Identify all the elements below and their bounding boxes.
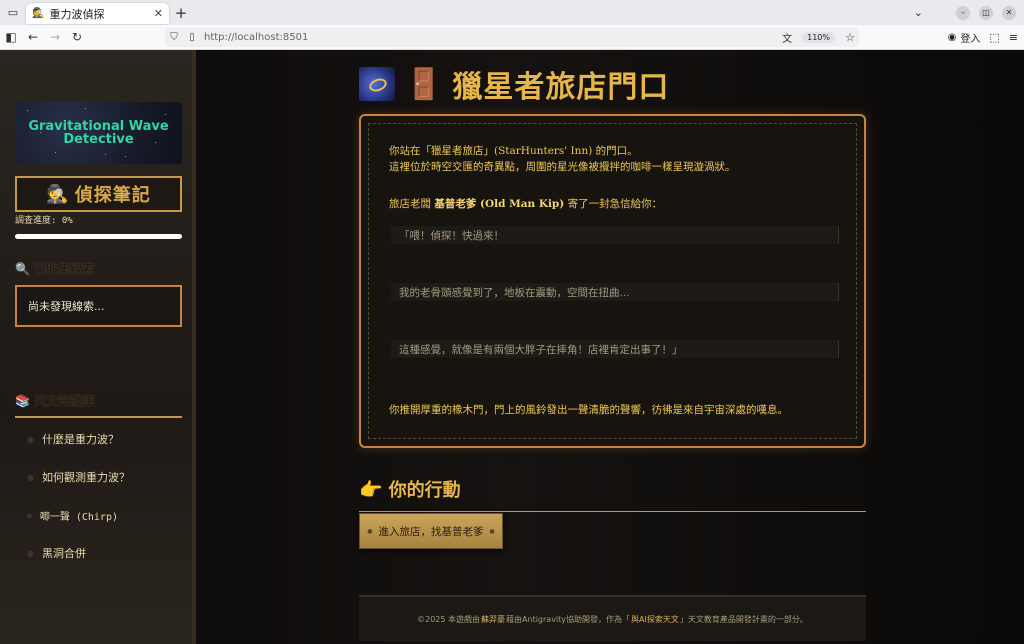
knowledge-base-heading: 📚 天文知識庫 <box>15 392 94 409</box>
zoom-level[interactable]: 110% <box>802 32 835 43</box>
footer: ©2025 本遊戲由 蘇羿豪 藉由Antigravity協助開發，作為「 與AI探索天… <box>359 595 866 641</box>
knowledge-base-divider <box>15 416 182 418</box>
account-icon: ◉ <box>947 32 957 43</box>
translate-icon[interactable]: 文 <box>778 30 796 45</box>
kb-item-what-is-gw[interactable]: ● 什麼是重力波？ <box>15 420 182 458</box>
letter-quote-1: 「喂！偵探！快過來！ <box>391 226 839 244</box>
kb-item-black-hole-merger[interactable]: ● 黑洞合併 <box>15 534 182 572</box>
bullet-icon: ● <box>27 472 34 482</box>
back-icon[interactable]: ← <box>22 25 44 50</box>
detective-favicon-icon: 🕵 <box>32 8 45 19</box>
action-heading: 👉 你的行動 <box>359 476 461 502</box>
progress-label: 調查進度: 0% <box>15 216 73 226</box>
login-label: 登入 <box>960 34 981 45</box>
app-viewport: Gravitational Wave Detective 🕵 偵探筆記 調查進度… <box>0 50 1024 644</box>
project-link[interactable]: 與AI探索天文 <box>631 614 679 625</box>
story-paragraph-3: 你推開厚重的橡木門，門上的風鈴發出一聲清脆的聲響，彷彿是來自宇宙深處的嘆息。 <box>389 404 788 416</box>
reload-icon[interactable]: ↻ <box>66 25 88 50</box>
clues-title: 已收集線索 <box>33 262 94 276</box>
window-controls: ⌄ – ◫ ✕ <box>914 5 1024 20</box>
forward-icon[interactable]: → <box>44 25 66 50</box>
close-tab-icon[interactable]: ✕ <box>154 7 163 20</box>
bullet-icon: ● <box>27 548 34 558</box>
letter-quote-3: 這種感覺，就像是有兩個大胖子在摔角！店裡肯定出事了！」 <box>391 340 839 358</box>
story-card: 你站在「獵星者旅店」(StarHunters' Inn) 的門口。 這裡位於時空… <box>359 114 866 448</box>
clues-heading: 🔍 已收集線索 <box>15 260 94 277</box>
main-content: 🚪 獵星者旅店門口 你站在「獵星者旅店」(StarHunters' Inn) 的… <box>359 50 866 644</box>
page-title: 🚪 獵星者旅店門口 <box>359 65 670 105</box>
url-bar[interactable]: ⛉ ▯ http://localhost:8501 文 110% ☆ <box>165 28 859 47</box>
bookmark-star-icon[interactable]: ☆ <box>841 31 859 44</box>
browser-nav-bar: ◧ ← → ↻ ⛉ ▯ http://localhost:8501 文 110%… <box>0 25 1024 50</box>
sidebar: Gravitational Wave Detective 🕵 偵探筆記 調查進度… <box>0 50 196 644</box>
browser-tab-bar: ▭ 🕵 重力波偵探 ✕ + ⌄ – ◫ ✕ <box>0 0 1024 25</box>
story-paragraph-2: 旅店老闆 基普老爹 (Old Man Kip) 寄了一封急信給你： <box>389 198 663 210</box>
logo-text: Gravitational Wave Detective <box>28 119 169 147</box>
bullet-icon: ● <box>27 510 32 520</box>
login-button[interactable]: ◉ 登入 <box>948 30 981 45</box>
story-paragraph-1: 你站在「獵星者旅店」(StarHunters' Inn) 的門口。 這裡位於時空… <box>389 145 736 173</box>
shield-icon[interactable]: ⛉ <box>165 32 183 43</box>
nav-right-tools: ◉ 登入 ⬚ ≡ <box>948 25 1018 50</box>
enter-inn-label: 進入旅店，找基普老爹 <box>378 525 484 538</box>
detective-notebook-header: 🕵 偵探筆記 <box>15 176 182 212</box>
tab-title: 重力波偵探 <box>49 7 105 21</box>
kb-item-chirp[interactable]: ● 唧一聲 (Chirp) <box>15 496 182 534</box>
letter-quote-2: 我的老骨頭感覺到了，地板在震動，空間在扭曲... <box>391 283 839 301</box>
door-icon: 🚪 <box>405 66 443 102</box>
bullet-icon: ● <box>27 434 34 444</box>
browser-tab[interactable]: 🕵 重力波偵探 ✕ <box>26 3 169 24</box>
minimize-icon[interactable]: – <box>956 5 970 20</box>
button-dot-icon: ● <box>367 527 373 535</box>
tab-list-icon[interactable]: ▭ <box>0 0 26 25</box>
books-icon: 📚 <box>15 393 30 408</box>
pointing-hand-icon: 👉 <box>359 478 383 501</box>
notebook-label: 偵探筆記 <box>74 185 151 206</box>
button-dot-icon: ● <box>489 527 495 535</box>
page-icon: ▯ <box>189 32 195 43</box>
page-title-text: 獵星者旅店門口 <box>452 70 670 105</box>
galaxy-image <box>359 67 395 101</box>
game-logo: Gravitational Wave Detective <box>15 102 182 164</box>
innkeeper-name: 基普老爹 (Old Man Kip) <box>434 198 565 210</box>
action-title: 你的行動 <box>388 480 461 501</box>
kb-item-how-to-observe[interactable]: ● 如何觀測重力波？ <box>15 458 182 496</box>
action-divider <box>359 511 866 512</box>
knowledge-base-list: ● 什麼是重力波？ ● 如何觀測重力波？ ● 唧一聲 (Chirp) ● 黑洞合併 <box>15 420 182 572</box>
sidebar-toggle-icon[interactable]: ◧ <box>0 25 22 50</box>
author-link[interactable]: 蘇羿豪 <box>481 614 505 625</box>
extensions-icon[interactable]: ⬚ <box>989 31 999 44</box>
clues-empty-text: 尚未發現線索... <box>28 300 105 313</box>
chevron-down-icon[interactable]: ⌄ <box>914 6 923 19</box>
magnifier-icon: 🔍 <box>15 261 30 276</box>
restore-icon[interactable]: ◫ <box>979 5 993 20</box>
enter-inn-button[interactable]: ● 進入旅店，找基普老爹 ● <box>359 513 503 549</box>
new-tab-icon[interactable]: + <box>169 0 193 25</box>
knowledge-base-title: 天文知識庫 <box>33 394 94 408</box>
detective-icon: 🕵 <box>46 183 69 205</box>
url-text[interactable]: http://localhost:8501 <box>201 32 778 43</box>
clues-box: 尚未發現線索... <box>15 285 182 327</box>
menu-icon[interactable]: ≡ <box>1009 31 1018 44</box>
close-window-icon[interactable]: ✕ <box>1002 5 1016 20</box>
progress-bar <box>15 234 182 239</box>
